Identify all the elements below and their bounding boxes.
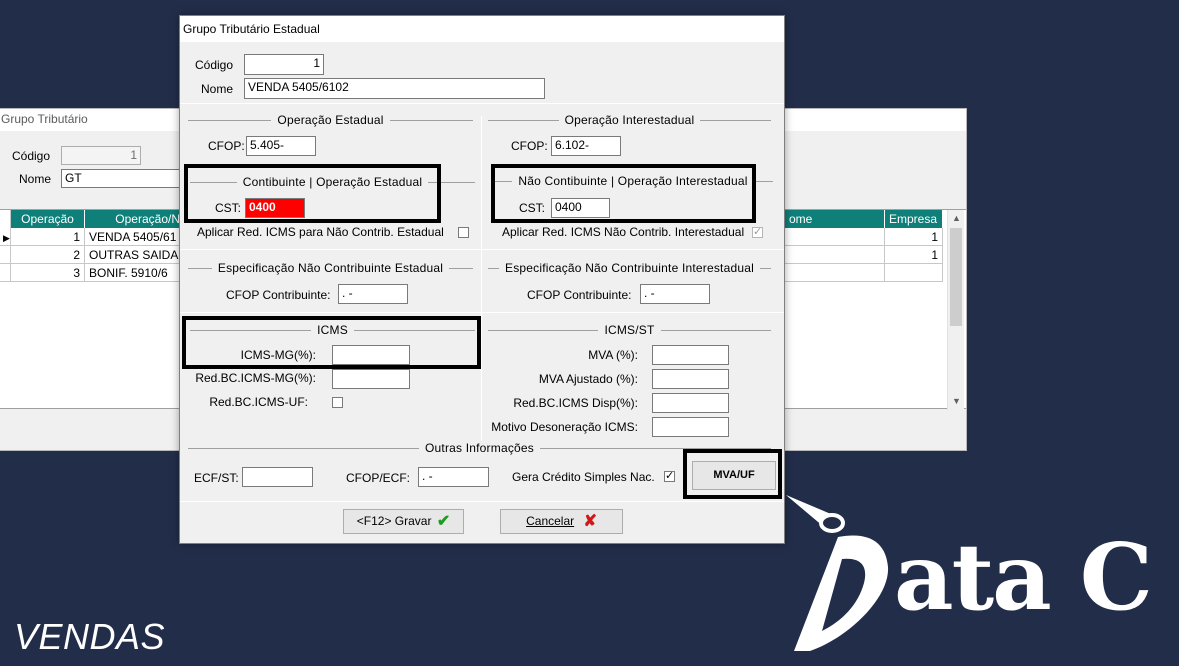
bg-nome-field[interactable]: GT	[61, 169, 191, 188]
table-cell[interactable]	[785, 246, 885, 264]
cfop-interestadual-field[interactable]: 6.102-	[551, 136, 621, 156]
divider	[180, 312, 784, 313]
svg-text:ata C: ata C	[894, 523, 1151, 631]
table-cell[interactable]: 1	[11, 228, 85, 246]
close-icon: ✘	[583, 513, 597, 530]
mva-ajustado-field[interactable]	[652, 369, 729, 389]
mva-ajustado-label: MVA Ajustado (%):	[538, 372, 638, 386]
grid-header-operacao-nome[interactable]: Operação/N	[85, 210, 185, 228]
mva-field[interactable]	[652, 345, 729, 365]
bg-codigo-field[interactable]: 1	[61, 146, 141, 165]
row-indicator	[0, 246, 11, 264]
icms-st-section: ICMS/ST	[488, 323, 771, 337]
table-cell[interactable]: 1	[885, 228, 943, 246]
row-indicator: ▶	[0, 228, 11, 246]
highlight-box-cst-interestadual	[491, 164, 756, 223]
cfop-contrib-interestadual-field[interactable]: . -	[640, 284, 710, 304]
table-cell[interactable]	[885, 264, 943, 282]
highlight-box-cst-estadual	[184, 164, 441, 223]
table-cell[interactable]: BONIF. 5910/6	[85, 264, 185, 282]
gravar-button[interactable]: <F12> Gravar ✔	[343, 509, 464, 534]
grid-corner	[0, 210, 11, 228]
table-cell[interactable]	[785, 228, 885, 246]
motivo-desoneracao-field[interactable]	[652, 417, 729, 437]
nome-label: Nome	[201, 82, 234, 96]
gera-credito-label: Gera Crédito Simples Nac.	[512, 470, 655, 484]
table-cell[interactable]: 2	[11, 246, 85, 264]
cfop-ecf-label: CFOP/ECF:	[346, 471, 411, 485]
grid-header-nome[interactable]: ome	[785, 210, 885, 228]
gravar-label: <F12> Gravar	[356, 514, 432, 528]
espec-interestadual-section: Especificação Não Contribuinte Interesta…	[488, 261, 771, 275]
grid-header-empresa[interactable]: Empresa	[885, 210, 943, 228]
cfop-interestadual-label: CFOP:	[511, 139, 548, 153]
scroll-down-icon[interactable]: ▼	[948, 393, 965, 410]
highlight-box-icms	[182, 316, 481, 369]
op-estadual-heading: Operação Estadual	[271, 113, 390, 127]
red-bc-icms-mg-field[interactable]	[332, 369, 410, 389]
grupo-tributario-estadual-dialog: Grupo Tributário Estadual Código 1 Nome …	[179, 15, 785, 544]
gera-credito-checkbox[interactable]	[664, 469, 675, 482]
red-bc-icms-disp-label: Red.BC.ICMS Disp(%):	[513, 396, 638, 410]
aplicar-red-interestadual-label: Aplicar Red. ICMS Não Contrib. Interesta…	[502, 225, 745, 239]
cfop-contrib-interestadual-label: CFOP Contribuinte:	[527, 288, 632, 302]
grid-vertical-scrollbar[interactable]: ▲ ▼	[947, 210, 964, 410]
check-icon: ✔	[436, 513, 451, 530]
row-indicator	[0, 264, 11, 282]
op-interestadual-section: Operação Interestadual	[488, 113, 771, 127]
cfop-contrib-estadual-label: CFOP Contribuinte:	[226, 288, 331, 302]
footer-divider	[180, 501, 784, 502]
divider	[180, 249, 784, 250]
nome-field[interactable]: VENDA 5405/6102	[244, 78, 545, 99]
cfop-estadual-label: CFOP:	[208, 139, 245, 153]
bg-nome-label: Nome	[19, 172, 52, 186]
op-estadual-section: Operação Estadual	[188, 113, 473, 127]
scroll-thumb[interactable]	[950, 228, 962, 326]
scroll-up-icon[interactable]: ▲	[948, 210, 965, 227]
data-c-logo: ata C	[780, 487, 1179, 666]
table-cell[interactable]: 3	[11, 264, 85, 282]
outras-info-heading: Outras Informações	[419, 441, 540, 455]
espec-estadual-heading: Especificação Não Contribuinte Estadual	[211, 261, 450, 275]
aplicar-red-interestadual-checkbox[interactable]	[752, 225, 763, 238]
motivo-desoneracao-label: Motivo Desoneração ICMS:	[491, 420, 638, 434]
table-cell[interactable]: VENDA 5405/61	[85, 228, 185, 246]
cancelar-button[interactable]: Cancelar ✘	[500, 509, 623, 534]
espec-estadual-section: Especificação Não Contribuinte Estadual	[188, 261, 473, 275]
red-bc-icms-uf-label: Red.BC.ICMS-UF:	[209, 395, 308, 409]
data-c-logo-icon: ata C	[786, 495, 1153, 651]
icms-st-heading: ICMS/ST	[598, 323, 661, 337]
cfop-ecf-field[interactable]: . -	[418, 467, 489, 487]
header-divider	[180, 103, 784, 104]
ecf-st-label: ECF/ST:	[194, 471, 239, 485]
red-bc-icms-disp-field[interactable]	[652, 393, 729, 413]
table-cell[interactable]: OUTRAS SAIDA	[85, 246, 185, 264]
red-bc-icms-uf-checkbox[interactable]	[332, 397, 343, 408]
bg-codigo-label: Código	[12, 149, 51, 163]
codigo-field[interactable]: 1	[244, 54, 324, 75]
grid-header-operacao[interactable]: Operação	[11, 210, 85, 228]
dialog-title: Grupo Tributário Estadual	[180, 16, 784, 42]
vendas-caption: VENDAS	[14, 616, 166, 657]
aplicar-red-estadual-checkbox[interactable]	[458, 227, 469, 238]
highlight-box-mva-uf	[683, 449, 782, 499]
cfop-contrib-estadual-field[interactable]: . -	[338, 284, 408, 304]
cancelar-label: Cancelar	[526, 514, 575, 528]
table-cell[interactable]	[785, 264, 885, 282]
espec-interestadual-heading: Especificação Não Contribuinte Interesta…	[499, 261, 760, 275]
row-pointer-icon: ▶	[3, 233, 10, 243]
center-divider	[481, 116, 482, 441]
cfop-estadual-field[interactable]: 5.405-	[246, 136, 316, 156]
codigo-label: Código	[195, 58, 234, 72]
mva-label: MVA (%):	[588, 348, 638, 362]
aplicar-red-estadual-label: Aplicar Red. ICMS para Não Contrib. Esta…	[197, 225, 444, 239]
op-interestadual-heading: Operação Interestadual	[558, 113, 701, 127]
table-cell[interactable]: 1	[885, 246, 943, 264]
ecf-st-field[interactable]	[242, 467, 313, 487]
red-bc-icms-mg-label: Red.BC.ICMS-MG(%):	[195, 371, 316, 385]
